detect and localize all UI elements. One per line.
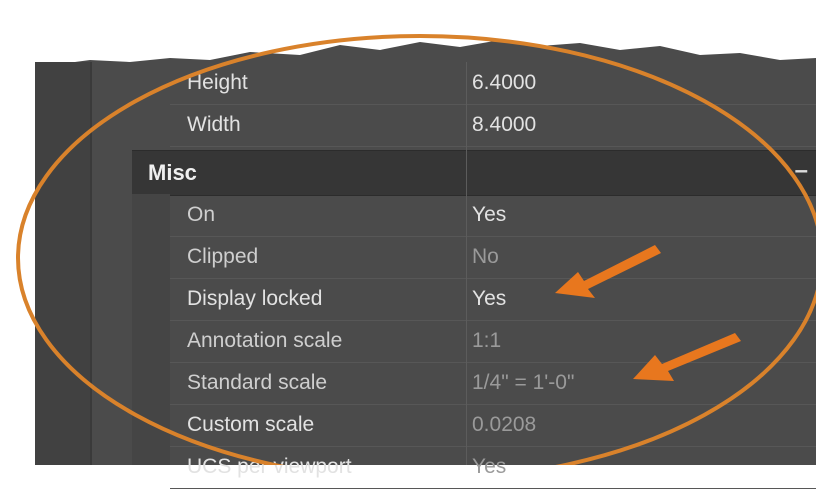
property-value[interactable]: 1:1: [472, 329, 501, 353]
section-gutter: [132, 194, 170, 465]
column-divider: [466, 62, 467, 465]
property-label: Custom scale: [187, 413, 315, 436]
property-label: UCS per viewport: [187, 455, 352, 478]
panel-left-rail: [35, 62, 90, 465]
property-row-height[interactable]: Height 6.4000: [170, 62, 816, 105]
property-row-standard-scale[interactable]: Standard scale 1/4" = 1'-0": [170, 362, 816, 405]
property-value[interactable]: No: [472, 245, 499, 269]
property-row-on[interactable]: On Yes: [170, 194, 816, 237]
property-label: Standard scale: [187, 371, 328, 394]
property-row-ucs-per-viewport[interactable]: UCS per viewport Yes: [170, 446, 816, 489]
property-label: Height: [187, 71, 248, 94]
property-value[interactable]: 1/4" = 1'-0": [472, 371, 574, 395]
property-label: Display locked: [187, 287, 323, 310]
property-row-custom-scale[interactable]: Custom scale 0.0208: [170, 404, 816, 447]
property-value[interactable]: Yes: [472, 203, 506, 227]
property-row-display-locked[interactable]: Display locked Yes: [170, 278, 816, 321]
section-title: Misc: [148, 160, 197, 185]
property-label: Annotation scale: [187, 329, 343, 352]
property-value[interactable]: 8.4000: [472, 113, 536, 137]
property-label: Clipped: [187, 245, 259, 268]
property-value[interactable]: Yes: [472, 287, 506, 311]
collapse-icon[interactable]: –: [795, 157, 808, 185]
property-row-width[interactable]: Width 8.4000: [170, 104, 816, 147]
property-value[interactable]: Yes: [472, 455, 506, 479]
property-row-clipped[interactable]: Clipped No: [170, 236, 816, 279]
property-row-annotation-scale[interactable]: Annotation scale 1:1: [170, 320, 816, 363]
property-label: On: [187, 203, 216, 226]
section-header-misc[interactable]: Misc –: [132, 150, 816, 196]
property-value[interactable]: 0.0208: [472, 413, 536, 437]
property-value[interactable]: 6.4000: [472, 71, 536, 95]
property-label: Width: [187, 113, 241, 136]
rail-divider: [90, 62, 92, 465]
